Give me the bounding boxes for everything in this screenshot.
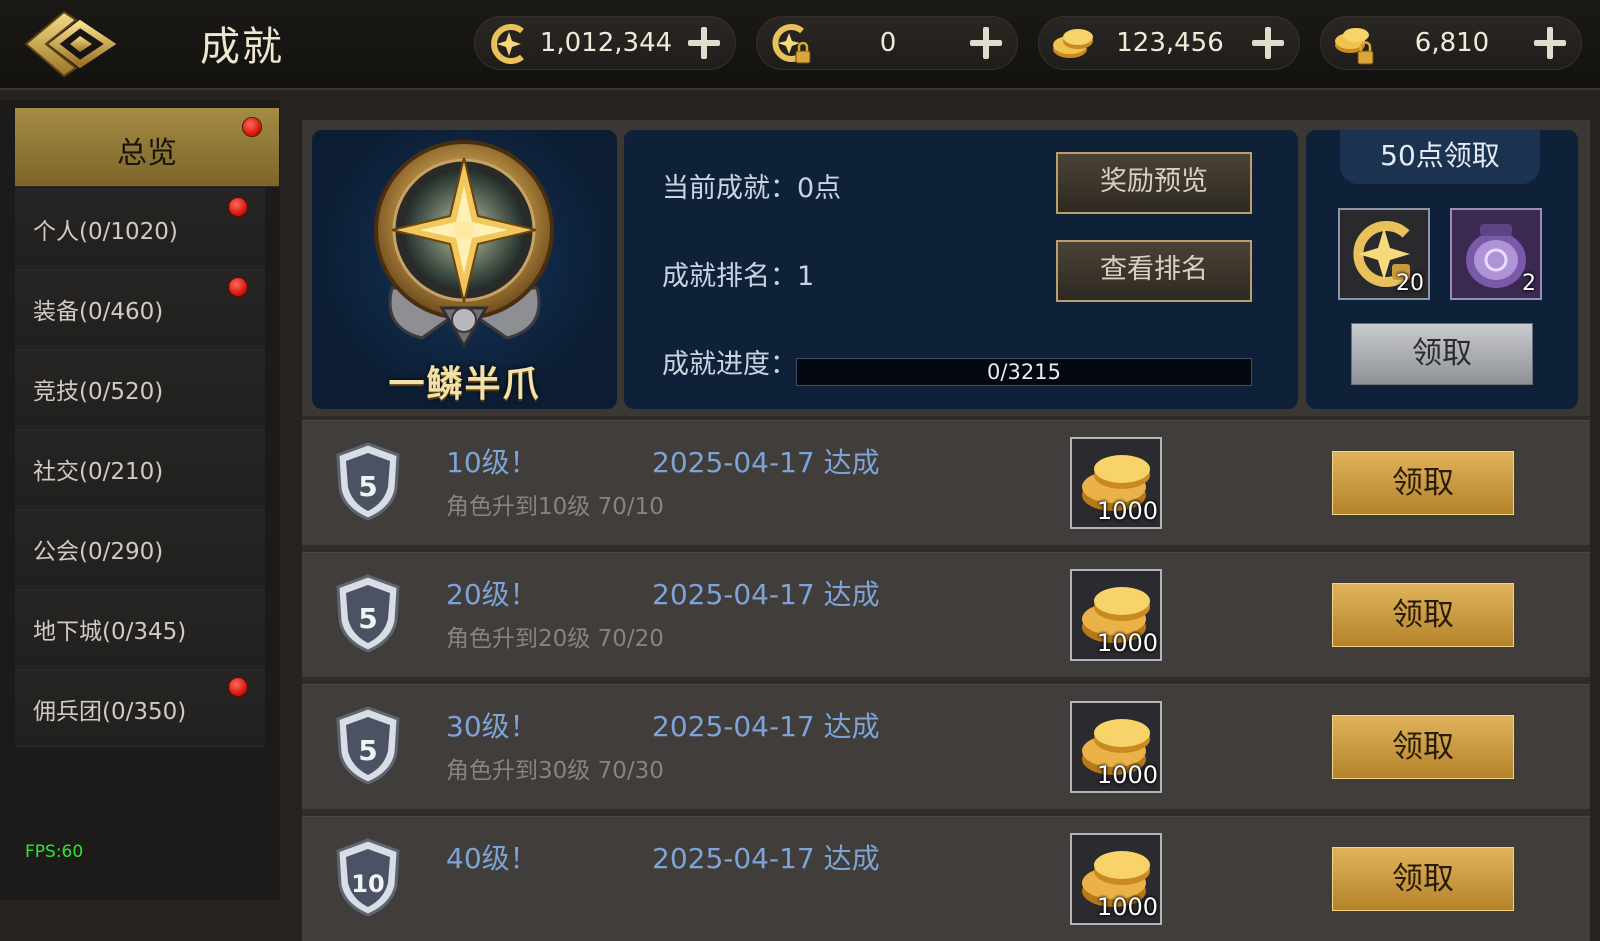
achievement-description: 角色升到20级 70/20 bbox=[446, 626, 664, 652]
claim-button[interactable]: 领取 bbox=[1332, 583, 1514, 647]
alert-dot-icon bbox=[243, 118, 261, 136]
sidebar-item-label: 佣兵团(0/350) bbox=[33, 699, 187, 725]
progress-text: 0/3215 bbox=[987, 360, 1061, 384]
achievement-date: 2025-04-17 达成 bbox=[652, 578, 880, 611]
resource-gold-coins: 123,456 bbox=[1038, 16, 1300, 70]
resource-value: 6,810 bbox=[1414, 28, 1490, 58]
achievement-name: 30级！ bbox=[446, 710, 538, 743]
sidebar-item-overview[interactable]: 总览 bbox=[15, 108, 279, 187]
achievement-progress-label: 成就进度： bbox=[662, 349, 797, 380]
achievement-info-card: 当前成就：0点 成就排名：1 成就进度： 奖励预览 查看排名 0/3215 bbox=[624, 130, 1298, 409]
fps-counter: FPS:60 bbox=[25, 842, 84, 862]
achievement-date: 2025-04-17 达成 bbox=[652, 446, 880, 479]
achievement-date: 2025-04-17 达成 bbox=[652, 842, 880, 875]
sidebar-item-mercenary[interactable]: 佣兵团(0/350) bbox=[15, 668, 265, 747]
achievement-row: 10 40级！ 2025-04-17 达成 1000 领取 bbox=[302, 816, 1590, 941]
locked-gold-coins-icon bbox=[1330, 19, 1380, 69]
sidebar-item-label: 竞技(0/520) bbox=[33, 379, 164, 405]
achievement-name: 40级！ bbox=[446, 842, 538, 875]
level-shield-icon: 5 bbox=[336, 706, 400, 785]
shield-number: 5 bbox=[358, 602, 377, 635]
achievement-row: 5 10级！ 2025-04-17 达成 角色升到10级 70/10 1000 … bbox=[302, 420, 1590, 545]
resource-locked-crest-coin: 0 bbox=[756, 16, 1018, 70]
add-crest-coin-button[interactable] bbox=[686, 25, 722, 61]
crest-coin-icon bbox=[484, 19, 534, 69]
sidebar-item-label: 地下城(0/345) bbox=[33, 619, 187, 645]
sidebar-item-label: 总览 bbox=[117, 136, 177, 171]
add-gold-coins-button[interactable] bbox=[1250, 25, 1286, 61]
level-shield-icon: 5 bbox=[336, 574, 400, 653]
sidebar-item-label: 个人(0/1020) bbox=[33, 219, 178, 245]
sidebar-item-arena[interactable]: 竞技(0/520) bbox=[15, 348, 265, 427]
reward-quantity: 1000 bbox=[1096, 893, 1158, 921]
sidebar-item-dungeon[interactable]: 地下城(0/345) bbox=[15, 588, 265, 667]
gold-coins-reward[interactable]: 1000 bbox=[1070, 833, 1162, 925]
resource-locked-gold-coins: 6,810 bbox=[1320, 16, 1582, 70]
resource-crest-coin: 1,012,344 bbox=[474, 16, 736, 70]
sidebar: 总览 个人(0/1020) 装备(0/460) 竞技(0/520) 社交(0/2… bbox=[0, 100, 280, 900]
claim-button[interactable]: 领取 bbox=[1332, 715, 1514, 779]
claim-button[interactable]: 领取 bbox=[1332, 847, 1514, 911]
gold-coins-reward[interactable]: 1000 bbox=[1070, 437, 1162, 529]
achievement-name: 10级！ bbox=[446, 446, 538, 479]
level-shield-icon: 10 bbox=[336, 838, 400, 917]
sidebar-item-guild[interactable]: 公会(0/290) bbox=[15, 508, 265, 587]
add-locked-crest-coin-button[interactable] bbox=[968, 25, 1004, 61]
top-bar: 成就 1,012,344 0 123,456 6,810 bbox=[0, 0, 1600, 90]
shield-number: 5 bbox=[358, 734, 377, 767]
sidebar-item-label: 公会(0/290) bbox=[33, 539, 164, 565]
reward-quantity: 1000 bbox=[1096, 761, 1158, 789]
gold-coins-icon bbox=[1048, 19, 1098, 69]
resource-value: 0 bbox=[879, 28, 897, 58]
back-arrow-icon[interactable] bbox=[18, 6, 118, 82]
sidebar-item-personal[interactable]: 个人(0/1020) bbox=[15, 188, 265, 267]
view-ranking-button[interactable]: 查看排名 bbox=[1056, 240, 1252, 302]
add-locked-gold-coins-button[interactable] bbox=[1532, 25, 1568, 61]
overview-panel: 一鳞半爪 当前成就：0点 成就排名：1 成就进度： 奖励预览 查看排名 0/32… bbox=[302, 120, 1590, 416]
achievement-date: 2025-04-17 达成 bbox=[652, 710, 880, 743]
shield-number: 5 bbox=[358, 470, 377, 503]
achievement-rank-text: 成就排名：1 bbox=[662, 261, 815, 292]
reward-preview-button[interactable]: 奖励预览 bbox=[1056, 152, 1252, 214]
milestone-title: 50点领取 bbox=[1340, 130, 1540, 184]
level-shield-icon: 5 bbox=[336, 442, 400, 521]
sidebar-item-label: 社交(0/210) bbox=[33, 459, 164, 485]
resource-value: 1,012,344 bbox=[539, 28, 673, 58]
badge-title: 一鳞半爪 bbox=[388, 364, 541, 405]
item-quantity: 20 bbox=[1396, 271, 1424, 296]
sidebar-item-label: 装备(0/460) bbox=[33, 299, 164, 325]
alert-dot-icon bbox=[229, 678, 247, 696]
purple-jar-reward-item[interactable]: 2 bbox=[1450, 208, 1542, 300]
locked-crest-coin-icon bbox=[766, 19, 816, 69]
shield-number: 10 bbox=[351, 870, 384, 898]
achievement-badge-card: 一鳞半爪 bbox=[312, 130, 617, 409]
alert-dot-icon bbox=[229, 198, 247, 216]
reward-quantity: 1000 bbox=[1096, 629, 1158, 657]
alert-dot-icon bbox=[229, 278, 247, 296]
page-title: 成就 bbox=[200, 24, 284, 70]
gold-coins-reward[interactable]: 1000 bbox=[1070, 569, 1162, 661]
crest-coin-reward-item[interactable]: 20 bbox=[1338, 208, 1430, 300]
achievement-row: 5 30级！ 2025-04-17 达成 角色升到30级 70/30 1000 … bbox=[302, 684, 1590, 809]
achievement-row: 5 20级！ 2025-04-17 达成 角色升到20级 70/20 1000 … bbox=[302, 552, 1590, 677]
claim-button[interactable]: 领取 bbox=[1332, 451, 1514, 515]
achievement-description: 角色升到30级 70/30 bbox=[446, 758, 664, 784]
current-points-text: 当前成就：0点 bbox=[662, 173, 842, 204]
achievement-medal-icon bbox=[374, 140, 554, 349]
sidebar-item-equipment[interactable]: 装备(0/460) bbox=[15, 268, 265, 347]
achievement-progress-bar: 0/3215 bbox=[796, 358, 1252, 386]
item-quantity: 2 bbox=[1522, 271, 1536, 296]
claim-milestone-button[interactable]: 领取 bbox=[1351, 323, 1533, 385]
milestone-reward-card: 50点领取 20 2 领取 bbox=[1306, 130, 1578, 409]
gold-coins-reward[interactable]: 1000 bbox=[1070, 701, 1162, 793]
reward-quantity: 1000 bbox=[1096, 497, 1158, 525]
achievement-panel: 一鳞半爪 当前成就：0点 成就排名：1 成就进度： 奖励预览 查看排名 0/32… bbox=[302, 120, 1590, 941]
sidebar-item-social[interactable]: 社交(0/210) bbox=[15, 428, 265, 507]
achievement-description: 角色升到10级 70/10 bbox=[446, 494, 664, 520]
achievement-name: 20级！ bbox=[446, 578, 538, 611]
resource-value: 123,456 bbox=[1116, 28, 1224, 58]
